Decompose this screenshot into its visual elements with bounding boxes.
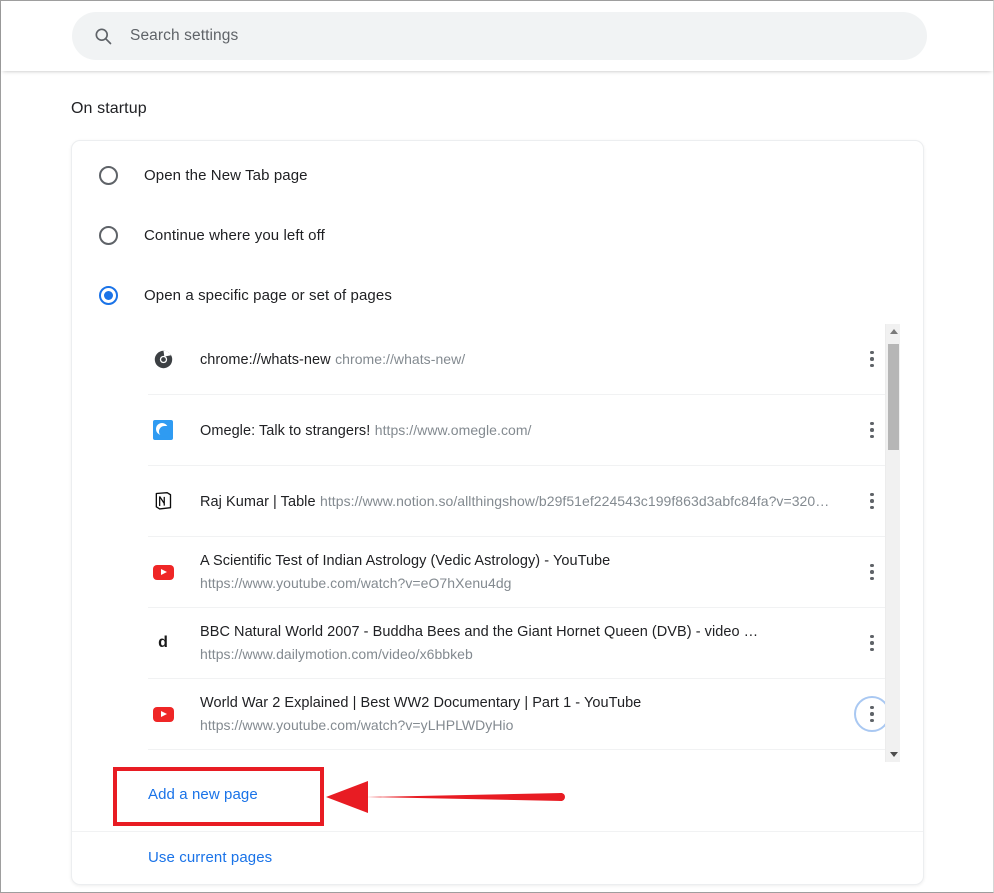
list-item-texts: BBC Natural World 2007 - Buddha Bees and… bbox=[200, 622, 854, 665]
youtube-icon bbox=[152, 561, 174, 583]
scrollbar-thumb[interactable] bbox=[888, 344, 899, 450]
list-item[interactable]: d BBC Natural World 2007 - Buddha Bees a… bbox=[148, 608, 900, 679]
more-vert-icon bbox=[870, 705, 874, 710]
divider bbox=[72, 831, 923, 832]
chrome-icon bbox=[152, 348, 174, 370]
more-vert-icon bbox=[870, 712, 874, 716]
list-item-url: https://www.youtube.com/watch?v=yLHPLWDy… bbox=[200, 716, 514, 733]
list-item-url: https://www.youtube.com/watch?v=eO7hXenu… bbox=[200, 574, 512, 591]
scroll-down-arrow-icon[interactable] bbox=[886, 747, 901, 762]
list-item-url: https://www.omegle.com/ bbox=[374, 421, 532, 438]
radio-label: Continue where you left off bbox=[144, 226, 325, 244]
list-item[interactable]: World War 2 Explained | Best WW2 Documen… bbox=[148, 679, 900, 750]
radio-label: Open the New Tab page bbox=[144, 166, 308, 184]
more-vert-icon bbox=[870, 563, 874, 568]
more-vert-icon bbox=[870, 634, 874, 639]
more-vert-icon bbox=[870, 576, 874, 581]
list-item-title: Omegle: Talk to strangers! bbox=[200, 422, 371, 439]
list-item-title: World War 2 Explained | Best WW2 Documen… bbox=[200, 694, 642, 711]
radio-option-specific-pages[interactable]: Open a specific page or set of pages bbox=[99, 280, 392, 310]
list-item-url: https://www.notion.so/allthingshow/b29f5… bbox=[320, 492, 830, 509]
more-vert-icon bbox=[870, 505, 874, 510]
list-item[interactable]: A Scientific Test of Indian Astrology (V… bbox=[148, 537, 900, 608]
radio-label: Open a specific page or set of pages bbox=[144, 286, 392, 304]
use-current-pages-button[interactable]: Use current pages bbox=[148, 849, 272, 866]
settings-page: Search settings On startup Open the New … bbox=[0, 0, 994, 893]
on-startup-card: Open the New Tab page Continue where you… bbox=[71, 140, 924, 885]
list-item[interactable]: Omegle: Talk to strangers! https://www.o… bbox=[148, 395, 900, 466]
list-item[interactable]: chrome://whats-new chrome://whats-new/ bbox=[148, 324, 900, 395]
omegle-icon bbox=[152, 419, 174, 441]
search-bar-container: Search settings bbox=[1, 1, 993, 71]
more-vert-icon bbox=[870, 434, 874, 439]
list-item-texts: World War 2 Explained | Best WW2 Documen… bbox=[200, 693, 854, 736]
list-item-url: https://www.dailymotion.com/video/x6bbke… bbox=[200, 645, 473, 662]
startup-pages-list: chrome://whats-new chrome://whats-new/ O… bbox=[148, 324, 900, 762]
more-vert-icon bbox=[870, 428, 874, 432]
more-vert-icon bbox=[870, 718, 874, 723]
scroll-up-arrow-icon[interactable] bbox=[886, 324, 901, 339]
search-input[interactable]: Search settings bbox=[72, 12, 927, 60]
radio-option-continue[interactable]: Continue where you left off bbox=[99, 220, 325, 250]
more-vert-icon bbox=[870, 647, 874, 652]
list-item-texts: Raj Kumar | Table https://www.notion.so/… bbox=[200, 490, 854, 513]
more-vert-icon bbox=[870, 357, 874, 361]
list-item-url: chrome://whats-new/ bbox=[335, 350, 466, 367]
list-item-title: A Scientific Test of Indian Astrology (V… bbox=[200, 552, 611, 569]
list-item-title: chrome://whats-new bbox=[200, 351, 331, 368]
more-vert-icon bbox=[870, 499, 874, 503]
notion-icon bbox=[152, 490, 174, 512]
list-item-title: BBC Natural World 2007 - Buddha Bees and… bbox=[200, 623, 759, 640]
youtube-icon bbox=[152, 703, 174, 725]
search-placeholder-text: Search settings bbox=[130, 27, 239, 44]
list-item-texts: chrome://whats-new chrome://whats-new/ bbox=[200, 348, 854, 371]
more-vert-icon bbox=[870, 570, 874, 574]
list-item[interactable]: Raj Kumar | Table https://www.notion.so/… bbox=[148, 466, 900, 537]
more-vert-icon bbox=[870, 641, 874, 645]
radio-icon bbox=[99, 165, 118, 185]
more-vert-icon bbox=[870, 363, 874, 368]
radio-icon bbox=[99, 225, 118, 245]
page-title: On startup bbox=[71, 100, 147, 117]
more-vert-icon bbox=[870, 350, 874, 355]
list-scrollbar[interactable] bbox=[885, 324, 900, 762]
list-item-texts: A Scientific Test of Indian Astrology (V… bbox=[200, 551, 854, 594]
list-item-title: Raj Kumar | Table bbox=[200, 493, 316, 510]
add-new-page-button[interactable]: Add a new page bbox=[148, 786, 258, 803]
dailymotion-icon: d bbox=[158, 634, 168, 651]
radio-icon-selected bbox=[99, 285, 118, 305]
search-icon bbox=[93, 26, 113, 46]
more-vert-icon bbox=[870, 492, 874, 497]
more-vert-icon bbox=[870, 421, 874, 426]
list-item-texts: Omegle: Talk to strangers! https://www.o… bbox=[200, 419, 854, 442]
radio-option-new-tab[interactable]: Open the New Tab page bbox=[99, 160, 308, 190]
